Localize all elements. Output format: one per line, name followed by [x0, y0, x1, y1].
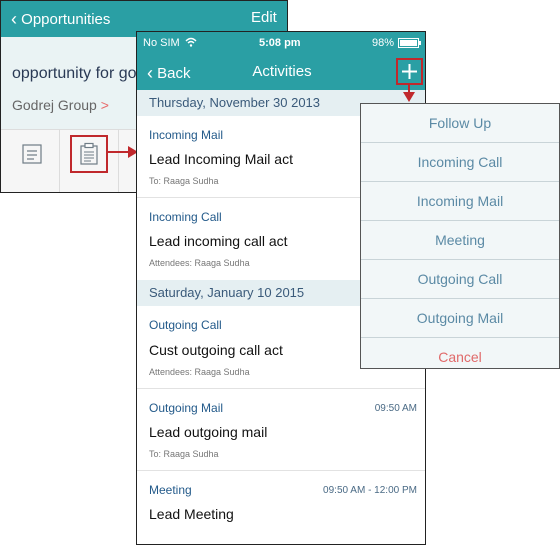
company-name: Godrej Group	[12, 97, 97, 113]
wifi-icon	[185, 37, 197, 47]
activity-meta: Attendees: Raaga Sudha	[149, 367, 250, 377]
activities-tab[interactable]	[78, 142, 100, 166]
battery-percent: 98%	[372, 37, 395, 49]
add-activity-button[interactable]	[401, 63, 418, 80]
tab-divider	[118, 129, 119, 192]
tab-divider	[59, 129, 60, 192]
chevron-right-icon: >	[100, 97, 109, 113]
nav-bar: ‹ Back Activities	[137, 54, 425, 90]
action-incoming-call[interactable]: Incoming Call	[361, 143, 559, 182]
action-follow-up[interactable]: Follow Up	[361, 104, 559, 143]
activity-subject: Lead outgoing mail	[149, 424, 268, 440]
activity-meta: To: Raaga Sudha	[149, 449, 219, 459]
opportunities-back-label: Opportunities	[21, 11, 111, 28]
chevron-left-icon: ‹	[11, 9, 17, 29]
action-incoming-mail[interactable]: Incoming Mail	[361, 182, 559, 221]
opportunities-back-button[interactable]: ‹ Opportunities	[11, 8, 110, 29]
activity-subject: Lead Meeting	[149, 506, 234, 522]
activity-time: 09:50 AM - 12:00 PM	[323, 485, 417, 496]
notes-icon	[22, 144, 42, 164]
edit-button[interactable]: Edit	[251, 9, 277, 26]
activity-time: 09:50 AM	[374, 403, 417, 414]
battery-icon	[398, 38, 421, 48]
activity-type: Incoming Call	[149, 210, 222, 224]
section-date: Saturday, January 10 2015	[149, 285, 305, 300]
action-meeting[interactable]: Meeting	[361, 221, 559, 260]
clipboard-icon	[80, 142, 98, 165]
activity-type: Meeting	[149, 483, 192, 497]
opportunity-title: opportunity for go	[12, 65, 137, 82]
nav-title: Activities	[252, 63, 312, 80]
activity-row[interactable]: Meeting 09:50 AM - 12:00 PM Lead Meeting	[137, 471, 425, 544]
add-activity-action-sheet: Follow Up Incoming Call Incoming Mail Me…	[360, 103, 560, 369]
activity-meta: To: Raaga Sudha	[149, 176, 219, 186]
activity-row[interactable]: Outgoing Mail 09:50 AM Lead outgoing mai…	[137, 389, 425, 471]
activity-subject: Cust outgoing call act	[149, 342, 283, 358]
activity-meta: Attendees: Raaga Sudha	[149, 258, 250, 268]
activity-subject: Lead Incoming Mail act	[149, 151, 293, 167]
company-link[interactable]: Godrej Group >	[12, 97, 109, 113]
action-outgoing-mail[interactable]: Outgoing Mail	[361, 299, 559, 338]
status-bar: No SIM 5:08 pm 98%	[137, 32, 425, 54]
section-date: Thursday, November 30 2013	[149, 95, 321, 110]
status-time: 5:08 pm	[259, 37, 301, 49]
activity-type: Outgoing Call	[149, 318, 222, 332]
activity-type: Outgoing Mail	[149, 401, 224, 415]
action-outgoing-call[interactable]: Outgoing Call	[361, 260, 559, 299]
callout-arrow-head-icon	[403, 92, 415, 102]
activity-subject: Lead incoming call act	[149, 233, 288, 249]
cancel-button[interactable]: Cancel	[361, 338, 559, 368]
activity-type: Incoming Mail	[149, 128, 224, 142]
carrier-label: No SIM	[143, 37, 180, 49]
notes-tab[interactable]	[21, 143, 43, 165]
